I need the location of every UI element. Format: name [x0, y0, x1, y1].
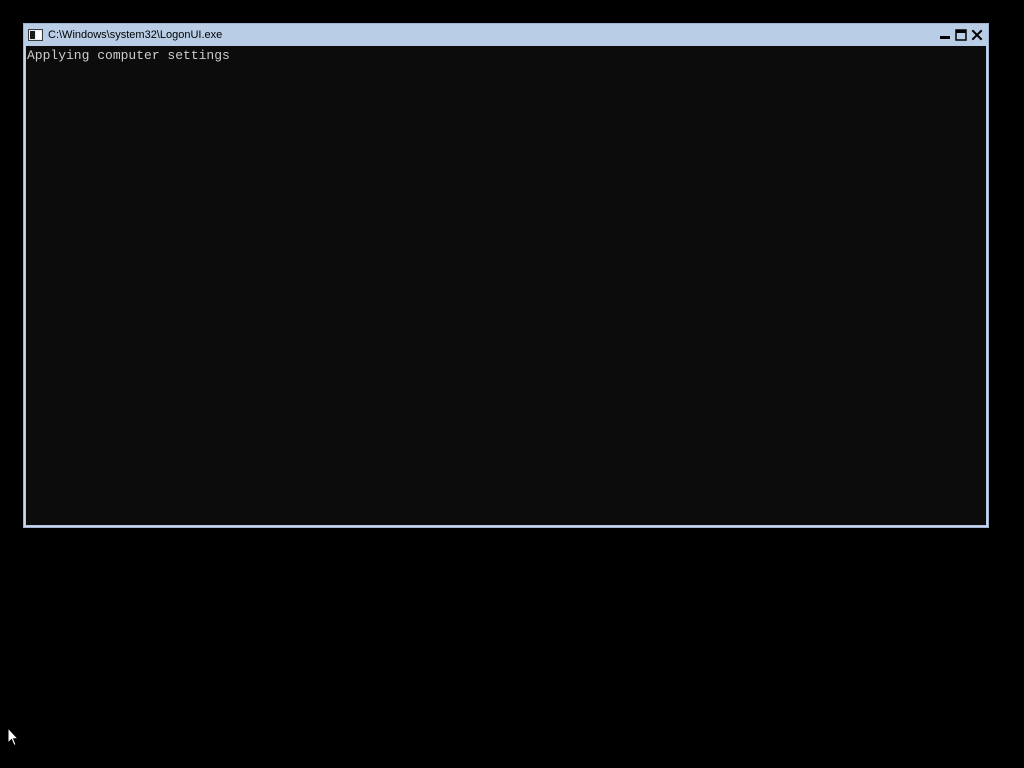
minimize-icon: [940, 36, 950, 39]
window-title: C:\Windows\system32\LogonUI.exe: [48, 29, 223, 41]
close-icon: [971, 29, 983, 41]
arrow-cursor-icon: [7, 726, 20, 747]
maximize-icon: [955, 29, 967, 41]
maximize-button[interactable]: [954, 28, 968, 42]
console-output-area[interactable]: Applying computer settings: [26, 46, 986, 525]
console-line-status: Applying computer settings: [27, 48, 230, 63]
console-app-icon[interactable]: [28, 28, 43, 41]
title-bar[interactable]: C:\Windows\system32\LogonUI.exe: [24, 24, 988, 46]
close-button[interactable]: [970, 28, 984, 42]
minimize-button[interactable]: [938, 28, 952, 42]
caption-buttons: [938, 28, 984, 42]
console-window: C:\Windows\system32\LogonUI.exe Applying: [23, 23, 989, 528]
